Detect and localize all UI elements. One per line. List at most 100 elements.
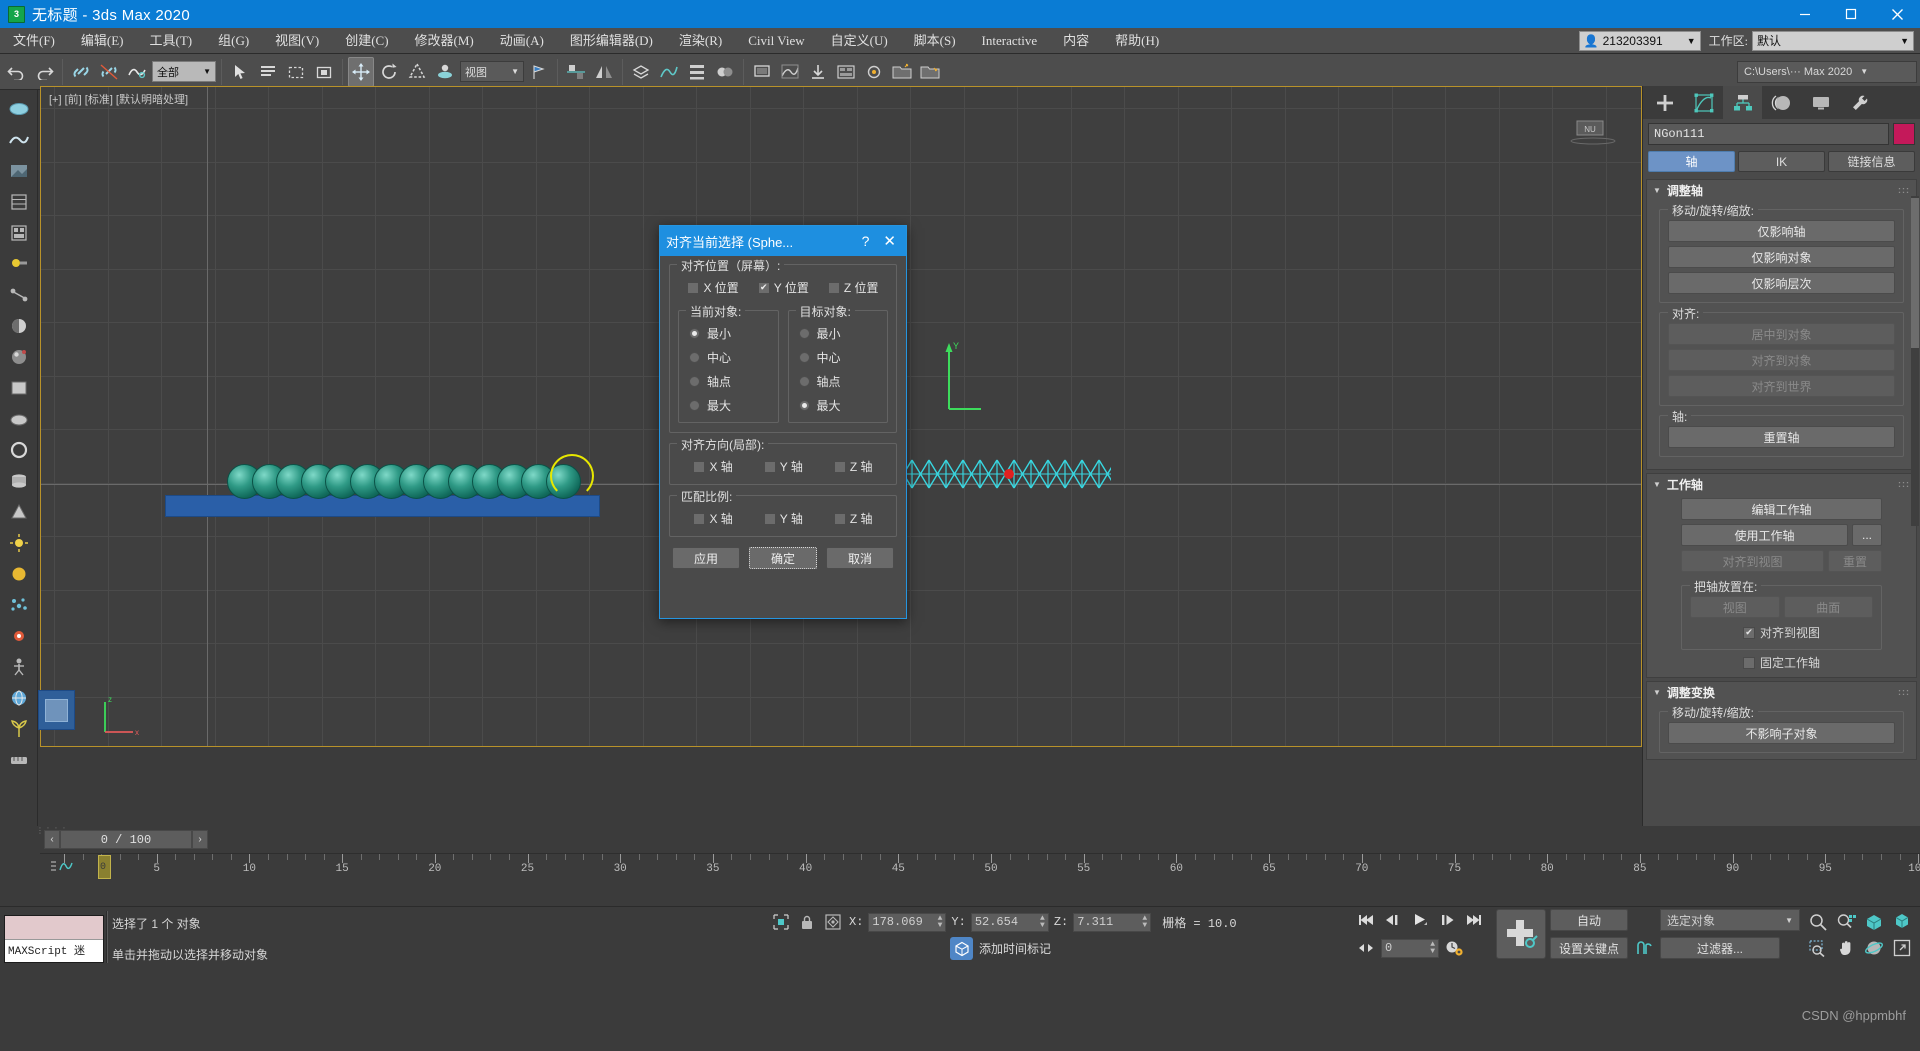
target-object-minimum-radio[interactable]: 最小 [798, 325, 882, 342]
close-button[interactable] [1874, 0, 1920, 28]
selection-lock-region-icon[interactable] [770, 911, 792, 933]
go-to-start-button[interactable] [1354, 909, 1378, 931]
menu-views[interactable]: 视图(V) [262, 28, 332, 54]
affect-pivot-only-button[interactable]: 仅影响轴 [1668, 220, 1895, 242]
align-z-position-checkbox[interactable]: Z 位置 [827, 279, 879, 296]
current-object-minimum-radio[interactable]: 最小 [689, 325, 772, 342]
select-and-scale-button[interactable] [404, 57, 430, 87]
key-mode-prev-next-icon[interactable] [1354, 937, 1378, 959]
subtab-link-info[interactable]: 链接信息 [1828, 151, 1915, 172]
target-object-maximum-radio[interactable]: 最大 [798, 397, 882, 414]
orientation-x-axis-checkbox[interactable]: X 轴 [693, 458, 733, 475]
shading-sphere-icon[interactable] [4, 311, 34, 340]
bind-space-warp-button[interactable] [124, 57, 150, 87]
current-object-center-radio[interactable]: 中心 [689, 349, 772, 366]
zoom-region-icon[interactable] [1804, 935, 1832, 961]
help-button[interactable]: ? [852, 233, 880, 249]
project-path-display[interactable]: C:\Users\··· Max 2020 ▼ [1737, 60, 1917, 83]
time-configuration-button[interactable] [1442, 937, 1466, 959]
cylinder-primitive-icon[interactable] [4, 466, 34, 495]
place-pivot-surface-button[interactable]: 曲面 [1783, 596, 1873, 618]
select-link-button[interactable] [68, 57, 94, 87]
menu-file[interactable]: 文件(F) [0, 28, 68, 54]
align-dialog[interactable]: 对齐当前选择 (Sphe... ? ✕ 对齐位置（屏幕）: X 位置 ✔ Y 位… [659, 225, 907, 619]
affect-hierarchy-only-button[interactable]: 仅影响层次 [1668, 272, 1895, 294]
time-ruler[interactable]: 5 10 15 20 25 30 35 40 45 50 55 60 65 70 75 80 85 90 95 10 0… [40, 853, 1920, 879]
select-and-place-button[interactable] [432, 57, 458, 87]
align-to-world-button[interactable]: 对齐到世界 [1668, 375, 1895, 397]
reset-pivot-button[interactable]: 重置轴 [1668, 426, 1895, 448]
next-frame-button[interactable]: › [192, 830, 208, 849]
light-icon[interactable] [4, 528, 34, 557]
box-primitive-icon[interactable] [4, 373, 34, 402]
place-pivot-view-button[interactable]: 视图 [1690, 596, 1780, 618]
align-y-position-checkbox[interactable]: ✔ Y 位置 [757, 279, 809, 296]
spinner-icon[interactable]: ▲ ▼ [1430, 941, 1435, 956]
menu-customize[interactable]: 自定义(U) [818, 28, 901, 54]
save-project-folder-button[interactable] [917, 57, 943, 87]
viewport-layout-tab[interactable] [38, 690, 75, 730]
absolute-relative-toggle-icon[interactable] [822, 911, 844, 933]
populate-icon[interactable] [4, 218, 34, 247]
drag-handle-icon[interactable]: ::: [1898, 687, 1910, 696]
zoom-all-icon[interactable] [1832, 909, 1860, 935]
zoom-extents-icon[interactable] [1860, 909, 1888, 935]
menu-rendering[interactable]: 渲染(R) [666, 28, 735, 54]
align-to-view-button[interactable]: 对齐到视图 [1681, 550, 1824, 572]
affect-object-only-button[interactable]: 仅影响对象 [1668, 246, 1895, 268]
drag-handle-icon[interactable]: ::: [1898, 185, 1910, 194]
key-filters-icon[interactable] [1632, 937, 1656, 959]
maxscript-mini-listener[interactable]: MAXScript 迷 [4, 915, 104, 963]
spinner-icon[interactable]: ▲ ▼ [1142, 915, 1147, 930]
close-icon[interactable]: ✕ [879, 232, 900, 250]
pan-hand-icon[interactable] [1832, 935, 1860, 961]
dont-affect-children-button[interactable]: 不影响子对象 [1668, 722, 1895, 744]
render-setup-button[interactable] [749, 57, 775, 87]
align-to-view-checkbox[interactable]: ✔ 对齐到视图 [1690, 624, 1873, 641]
scale-z-axis-checkbox[interactable]: Z 轴 [833, 510, 873, 527]
particles-icon[interactable] [4, 590, 34, 619]
time-tag-icon[interactable] [950, 937, 973, 960]
material-editor-button[interactable] [712, 57, 738, 87]
menu-modifiers[interactable]: 修改器(M) [402, 28, 487, 54]
object-name-field[interactable]: NGon111 [1648, 123, 1889, 145]
key-filter-dropdown[interactable]: 选定对象 ▼ [1660, 909, 1800, 931]
edit-working-pivot-button[interactable]: 编辑工作轴 [1681, 498, 1882, 520]
align-to-object-button[interactable]: 对齐到对象 [1668, 349, 1895, 371]
command-tab-create[interactable] [1645, 86, 1684, 119]
select-object-button[interactable] [227, 57, 253, 87]
fix-working-pivot-checkbox[interactable]: 固定工作轴 [1681, 654, 1882, 671]
transform-gizmo[interactable]: Y [941, 337, 1001, 420]
menu-tools[interactable]: 工具(T) [137, 28, 206, 54]
zoom-icon[interactable] [1804, 909, 1832, 935]
orientation-y-axis-checkbox[interactable]: Y 轴 [763, 458, 803, 475]
current-key-field[interactable]: 0 ▲ ▼ [1381, 938, 1439, 958]
menu-create[interactable]: 创建(C) [332, 28, 401, 54]
circle-primitive-icon[interactable] [4, 435, 34, 464]
set-key-button[interactable]: 设置关键点 [1550, 937, 1628, 959]
menu-graph-editors[interactable]: 图形编辑器(D) [557, 28, 666, 54]
mirror-button[interactable] [591, 57, 617, 87]
cone-primitive-icon[interactable] [4, 497, 34, 526]
selection-lock-icon[interactable] [797, 911, 817, 933]
menu-content[interactable]: 内容 [1050, 28, 1102, 54]
previous-frame-step-button[interactable] [1381, 909, 1405, 931]
rollout-working-pivot-header[interactable]: ▼ 工作轴 ::: [1647, 474, 1916, 494]
cancel-button[interactable]: 取消 [826, 547, 894, 569]
menu-civil-view[interactable]: Civil View [735, 28, 817, 54]
target-object-center-radio[interactable]: 中心 [798, 349, 882, 366]
rollout-adjust-transform-header[interactable]: ▼ 调整变换 ::: [1647, 682, 1916, 702]
command-tab-display[interactable] [1801, 86, 1840, 119]
previous-frame-button[interactable]: ‹ [44, 830, 60, 849]
apply-button[interactable]: 应用 [672, 547, 740, 569]
bulb-object-icon[interactable] [4, 249, 34, 278]
go-to-end-button[interactable] [1462, 909, 1486, 931]
center-to-object-button[interactable]: 居中到对象 [1668, 323, 1895, 345]
sphere-primitive-icon[interactable] [4, 404, 34, 433]
maximize-viewport-icon[interactable] [1888, 935, 1916, 961]
subtab-ik[interactable]: IK [1738, 151, 1825, 172]
ok-button[interactable]: 确定 [749, 547, 817, 569]
zoom-extents-all-icon[interactable] [1888, 909, 1916, 935]
freeform-icon[interactable] [4, 125, 34, 154]
undo-button[interactable] [3, 57, 29, 87]
